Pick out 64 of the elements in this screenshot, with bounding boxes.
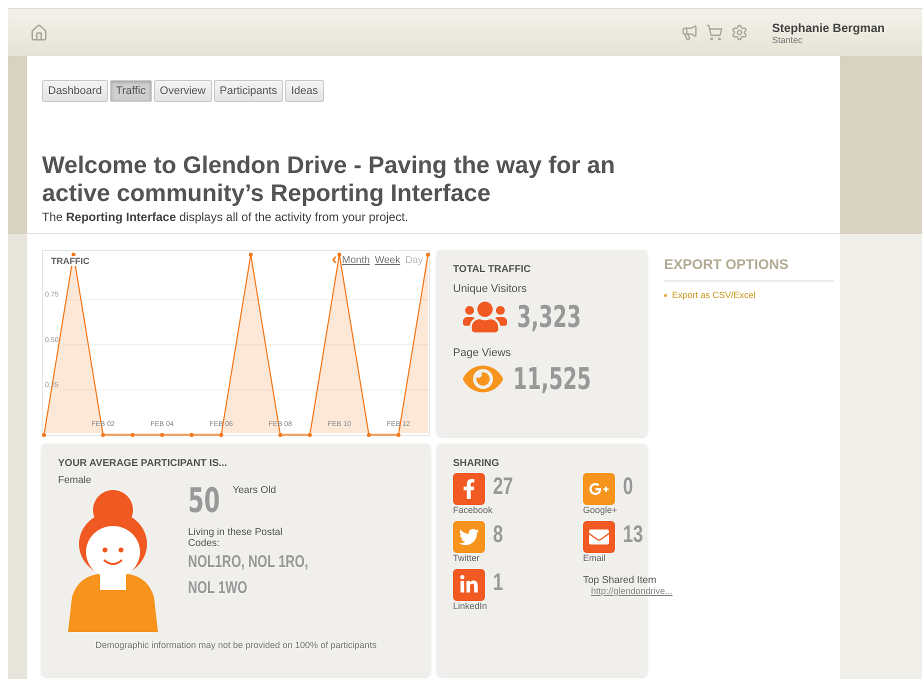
data-point (366, 433, 371, 437)
card-title: SHARING (453, 458, 500, 469)
card-title: TOTAL TRAFFIC (453, 264, 532, 275)
stat-value: 11,525 (513, 362, 592, 396)
user-organization: Stantec (772, 34, 804, 44)
share-label: Facebook (453, 505, 494, 515)
back-arrow[interactable]: ‹ (332, 254, 338, 266)
share-label: Google+ (583, 505, 618, 515)
period-link[interactable]: Month (342, 254, 370, 266)
stat-label: Unique Visitors (453, 283, 528, 295)
linkedin-icon[interactable] (453, 569, 485, 601)
period-link[interactable]: Week (374, 254, 400, 266)
export-link[interactable]: Export as CSV/Excel (672, 290, 756, 300)
card-title: YOUR AVERAGE PARTICIPANT IS... (58, 458, 228, 469)
data-point (396, 433, 400, 437)
age-label: Years Old (232, 485, 276, 496)
nav-tab[interactable]: Participants (214, 80, 284, 102)
share-label: Email (583, 553, 607, 563)
data-point (308, 433, 312, 437)
share-label: Twitter (453, 553, 481, 563)
home-icon[interactable] (30, 24, 48, 42)
page-title: Welcome to Glendon Drive - Paving the way for an active community’s Reporting Interface (42, 152, 616, 208)
data-point (248, 252, 253, 257)
chart-title: TRAFFIC (51, 256, 90, 266)
nav-tab[interactable]: Ideas (285, 80, 324, 102)
data-point (42, 433, 46, 437)
share-count: 1 (493, 569, 504, 597)
page-subtitle: The Reporting Interface displays all of the activity from your project. (42, 210, 410, 224)
gender-label: Female (58, 475, 92, 486)
data-point (278, 433, 282, 437)
data-point (190, 433, 194, 437)
data-point (101, 433, 106, 437)
nav-tab[interactable]: Traffic (110, 80, 152, 102)
bullet-icon (664, 294, 667, 296)
facebook-icon[interactable] (453, 473, 485, 505)
share-count: 27 (493, 473, 514, 501)
megaphone-icon[interactable] (681, 24, 698, 41)
settings-icon[interactable] (731, 24, 748, 41)
email-icon[interactable] (583, 521, 615, 553)
share-label: LinkedIn (453, 601, 488, 611)
share-count: 0 (623, 473, 634, 501)
twitter-icon[interactable] (453, 521, 485, 553)
data-point (160, 433, 164, 437)
demographic-note: Demographic information may not be provided on 100% of participants (94, 640, 378, 650)
google-icon[interactable] (583, 473, 615, 505)
data-point (219, 433, 224, 437)
postal-codes: NOL1RO, NOL 1RO, NOL 1WO (188, 551, 310, 599)
data-point (426, 252, 430, 257)
age-value: 50 (188, 481, 220, 521)
export-title: EXPORT OPTIONS (664, 250, 834, 282)
data-point (337, 252, 342, 257)
stat-value: 3,323 (517, 300, 582, 334)
share-count: 8 (493, 521, 504, 549)
share-count: 13 (623, 521, 644, 549)
nav-tab[interactable]: Overview (154, 80, 212, 102)
user-name: Stephanie Bergman (772, 20, 886, 34)
postal-label: Living in these Postal Codes: (188, 527, 284, 549)
data-point (72, 252, 76, 257)
top-shared-link[interactable]: http://glendondrive... (591, 586, 703, 596)
data-point (130, 433, 135, 437)
stat-label: Page Views (453, 347, 512, 359)
cart-icon[interactable] (706, 24, 723, 41)
nav-tab[interactable]: Dashboard (42, 80, 108, 102)
top-shared-label: Top Shared Item (583, 575, 658, 586)
